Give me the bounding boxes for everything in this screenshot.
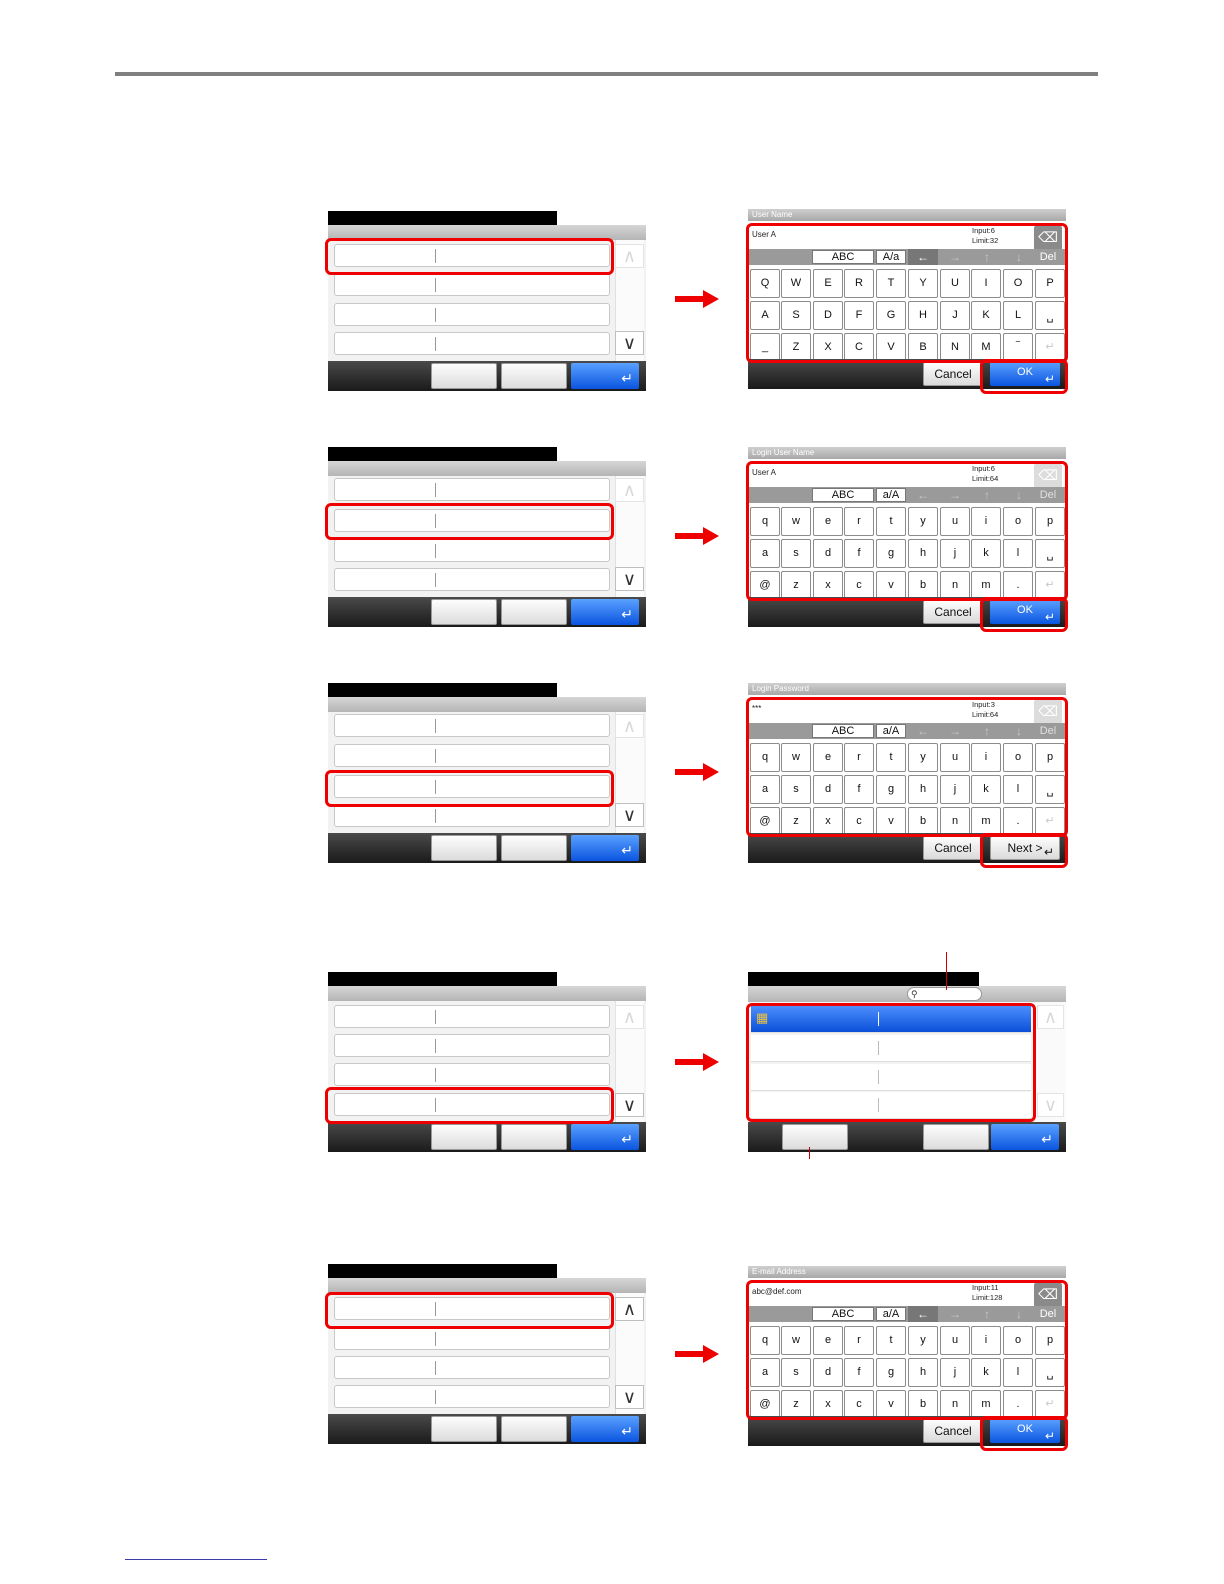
header-bar xyxy=(328,1278,646,1293)
bottom-button[interactable] xyxy=(923,1124,989,1150)
highlight-frame xyxy=(325,238,614,275)
bottom-button[interactable] xyxy=(431,835,497,861)
highlight-frame xyxy=(325,1087,614,1124)
enter-icon: ↵ xyxy=(621,842,633,858)
highlight-frame xyxy=(746,461,1068,601)
page-footer-link-rule xyxy=(125,1559,267,1560)
screen-title-bar xyxy=(328,211,557,225)
enter-icon: ↵ xyxy=(1041,1131,1053,1147)
user-list-screen-5: ∧ ∨ ↵ xyxy=(328,1264,646,1444)
list-row[interactable] xyxy=(334,1327,610,1350)
list-row[interactable] xyxy=(334,539,610,562)
highlight-frame xyxy=(980,833,1068,868)
list-row[interactable] xyxy=(334,303,610,326)
cancel-button[interactable]: Cancel xyxy=(923,362,983,386)
list-row[interactable] xyxy=(334,332,610,355)
bottom-button[interactable] xyxy=(431,1124,497,1150)
highlight-frame xyxy=(325,1292,614,1329)
arrow-right-icon xyxy=(675,290,719,308)
list-row[interactable] xyxy=(334,744,610,767)
list-row[interactable] xyxy=(334,273,610,296)
screen-title-bar xyxy=(328,972,557,986)
enter-icon: ↵ xyxy=(621,1131,633,1147)
highlight-frame xyxy=(980,597,1068,632)
highlight-frame xyxy=(325,770,614,807)
cancel-button[interactable]: Cancel xyxy=(923,1419,983,1443)
highlight-frame xyxy=(746,697,1068,837)
header-bar xyxy=(328,461,646,476)
callout-line xyxy=(809,1147,810,1159)
ok-button[interactable]: ↵ xyxy=(571,1124,639,1150)
highlight-frame xyxy=(746,223,1068,363)
enter-icon: ↵ xyxy=(621,1423,633,1439)
list-row[interactable] xyxy=(334,1063,610,1086)
enter-icon: ↵ xyxy=(621,606,633,622)
screen-title-bar xyxy=(748,972,979,986)
scroll-up-button[interactable]: ∧ xyxy=(615,478,644,502)
keyboard-title: Login User Name xyxy=(748,447,1066,459)
scroll-down-button[interactable]: ∨ xyxy=(615,1385,644,1409)
keyboard-title: Login Password xyxy=(748,683,1066,695)
scroll-down-button[interactable]: ∨ xyxy=(615,1093,644,1117)
list-row[interactable] xyxy=(334,1356,610,1379)
highlight-frame xyxy=(746,1003,1036,1122)
list-row[interactable] xyxy=(334,1005,610,1028)
scroll-up-button[interactable]: ∧ xyxy=(615,244,644,268)
scroll-up-button[interactable]: ∧ xyxy=(615,714,644,738)
ok-button[interactable]: ↵ xyxy=(571,835,639,861)
arrow-right-icon xyxy=(675,763,719,781)
cancel-button[interactable]: Cancel xyxy=(923,600,983,624)
arrow-right-icon xyxy=(675,527,719,545)
screen-title-bar xyxy=(328,1264,557,1278)
screen-title-bar xyxy=(328,683,557,697)
user-list-screen-4: ∧ ∨ ↵ xyxy=(328,972,646,1152)
callout-line xyxy=(946,952,947,990)
cancel-button[interactable]: Cancel xyxy=(923,836,983,860)
search-icon: ⚲ xyxy=(911,989,918,999)
header-bar xyxy=(328,697,646,712)
list-row[interactable] xyxy=(334,478,610,501)
screen-title-bar xyxy=(328,447,557,461)
scroll-down-button[interactable]: ∨ xyxy=(615,803,644,827)
keyboard-title: E-mail Address xyxy=(748,1266,1066,1278)
bottom-button[interactable] xyxy=(431,599,497,625)
enter-icon: ↵ xyxy=(621,370,633,386)
ok-button[interactable]: ↵ xyxy=(571,1416,639,1442)
highlight-frame xyxy=(325,503,614,540)
arrow-right-icon xyxy=(675,1053,719,1071)
scroll-down-button[interactable]: ∨ xyxy=(615,567,644,591)
bottom-button[interactable] xyxy=(431,1416,497,1442)
list-row[interactable] xyxy=(334,1034,610,1057)
bottom-button[interactable] xyxy=(431,363,497,389)
bottom-button[interactable] xyxy=(501,835,567,861)
scroll-down-button[interactable]: ∨ xyxy=(1037,1093,1064,1117)
scroll-up-button[interactable]: ∧ xyxy=(1037,1005,1064,1029)
header-bar xyxy=(328,986,646,1001)
scroll-down-button[interactable]: ∨ xyxy=(615,331,644,355)
bottom-button[interactable] xyxy=(782,1124,848,1150)
bottom-button[interactable] xyxy=(501,599,567,625)
page-header-rule xyxy=(115,72,1098,76)
scroll-up-button[interactable]: ∧ xyxy=(615,1005,644,1029)
list-row[interactable] xyxy=(334,714,610,737)
list-row[interactable] xyxy=(334,1385,610,1408)
ok-button[interactable]: ↵ xyxy=(991,1124,1059,1150)
scroll-up-button[interactable]: ∧ xyxy=(615,1297,644,1321)
highlight-frame xyxy=(980,359,1068,394)
list-row[interactable] xyxy=(334,568,610,591)
keyboard-title: User Name xyxy=(748,209,1066,221)
bottom-button[interactable] xyxy=(501,1124,567,1150)
bottom-button[interactable] xyxy=(501,363,567,389)
ok-button[interactable]: ↵ xyxy=(571,599,639,625)
bottom-button[interactable] xyxy=(501,1416,567,1442)
list-row[interactable] xyxy=(334,804,610,827)
highlight-frame xyxy=(746,1280,1068,1420)
highlight-frame xyxy=(980,1416,1068,1451)
ok-button[interactable]: ↵ xyxy=(571,363,639,389)
arrow-right-icon xyxy=(675,1345,719,1363)
search-input[interactable]: ⚲ xyxy=(907,987,982,1001)
